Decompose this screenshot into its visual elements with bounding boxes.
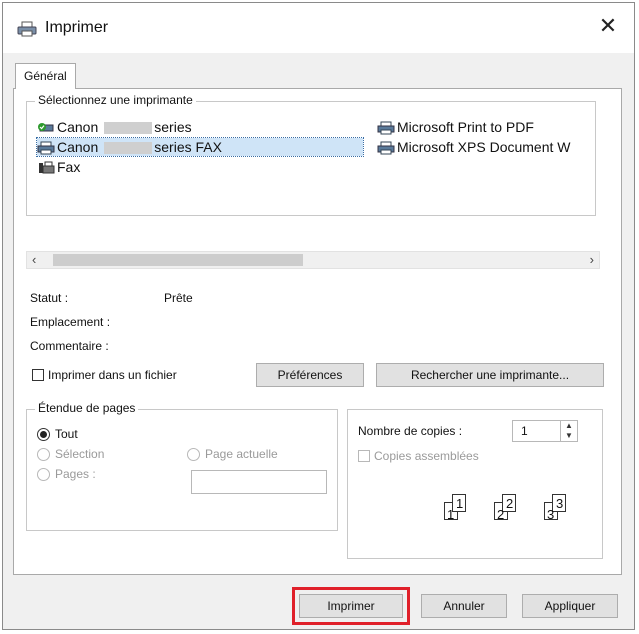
window-title: Imprimer [45, 19, 109, 36]
printer-suffix: series FAX [154, 139, 222, 155]
apply-button[interactable]: Appliquer [522, 594, 618, 618]
printer-name: Canon [57, 139, 99, 155]
printer-ready-icon [38, 123, 54, 132]
scrollbar-thumb[interactable] [53, 254, 303, 266]
page-number: 2 [506, 496, 514, 511]
printer-icon [37, 141, 55, 155]
collate-checkbox[interactable] [358, 450, 370, 462]
printer-name: Canon [57, 119, 99, 135]
print-to-file-label: Imprimer dans un fichier [48, 368, 177, 382]
printer-selection-group: Sélectionnez une imprimante Canon series … [26, 93, 597, 216]
page-range-group: Étendue de pages Tout Sélection Page act… [26, 401, 338, 531]
tab-general[interactable]: Général [15, 63, 76, 89]
comment-label: Commentaire : [30, 339, 109, 353]
printer-item-ms-pdf[interactable]: Microsoft Print to PDF [377, 118, 534, 136]
printer-name: Microsoft XPS Document W [397, 139, 571, 155]
printer-item-fax[interactable]: Fax [37, 158, 80, 176]
tab-label: Général [24, 69, 67, 83]
radio-pages[interactable] [37, 468, 50, 481]
printer-item-canon[interactable]: Canon series [37, 118, 192, 136]
dialog-client: Général Sélectionnez une imprimante Cano… [3, 53, 634, 629]
location-label: Emplacement : [30, 315, 111, 329]
scroll-right-icon[interactable]: › [590, 252, 594, 267]
preferences-button[interactable]: Préférences [256, 363, 364, 387]
page-number: 1 [456, 496, 464, 511]
page-number: 1 [447, 507, 455, 522]
radio-all-label: Tout [55, 427, 78, 441]
collate-label: Copies assemblées [374, 449, 479, 463]
radio-current-page-label: Page actuelle [205, 447, 278, 461]
redacted-model [104, 142, 153, 155]
print-button[interactable]: Imprimer [299, 594, 403, 618]
printer-name: Fax [57, 159, 81, 175]
group-legend: Étendue de pages [35, 401, 139, 415]
copies-count-label: Nombre de copies : [358, 424, 463, 438]
cancel-button[interactable]: Annuler [421, 594, 507, 618]
copies-count-value: 1 [521, 424, 528, 438]
printer-item-canon-fax[interactable]: Canon series FAX [36, 137, 364, 157]
redacted-model [104, 122, 153, 135]
printer-icon [377, 121, 395, 135]
printer-item-ms-xps[interactable]: Microsoft XPS Document W [377, 138, 597, 156]
printer-list-scrollbar[interactable]: ‹ › [26, 251, 600, 269]
radio-selection[interactable] [37, 448, 50, 461]
group-legend: Sélectionnez une imprimante [35, 93, 196, 107]
copies-group: Nombre de copies : 1 ▲ ▼ Copies assemblée… [347, 409, 603, 559]
printer-suffix: series [154, 119, 192, 135]
spin-down-icon[interactable]: ▼ [565, 431, 573, 440]
page-number: 2 [497, 507, 505, 522]
print-to-file-checkbox[interactable] [32, 369, 44, 381]
find-printer-button[interactable]: Rechercher une imprimante... [376, 363, 604, 387]
page-number: 3 [547, 507, 555, 522]
copies-spinner[interactable]: ▲ ▼ [560, 421, 577, 441]
printer-icon [17, 21, 37, 37]
status-label: Statut : [30, 291, 69, 305]
status-value: Prête [164, 291, 193, 305]
radio-selection-label: Sélection [55, 447, 105, 461]
radio-current-page[interactable] [187, 448, 200, 461]
pages-input[interactable] [191, 470, 327, 494]
spin-up-icon[interactable]: ▲ [565, 421, 573, 430]
page-number: 3 [556, 496, 564, 511]
close-icon[interactable]: ✕ [596, 13, 620, 39]
radio-pages-label: Pages : [55, 467, 96, 481]
scroll-left-icon[interactable]: ‹ [32, 252, 36, 267]
radio-all[interactable] [37, 428, 50, 441]
general-panel: Sélectionnez une imprimante Canon series … [13, 88, 622, 575]
title-bar: Imprimer ✕ [3, 3, 634, 53]
fax-icon [39, 161, 55, 174]
printer-name: Microsoft Print to PDF [397, 119, 534, 135]
copies-count-input[interactable]: 1 ▲ ▼ [512, 420, 578, 442]
print-dialog: Imprimer ✕ Général Sélectionnez une impr… [2, 2, 635, 630]
printer-icon [377, 141, 395, 155]
